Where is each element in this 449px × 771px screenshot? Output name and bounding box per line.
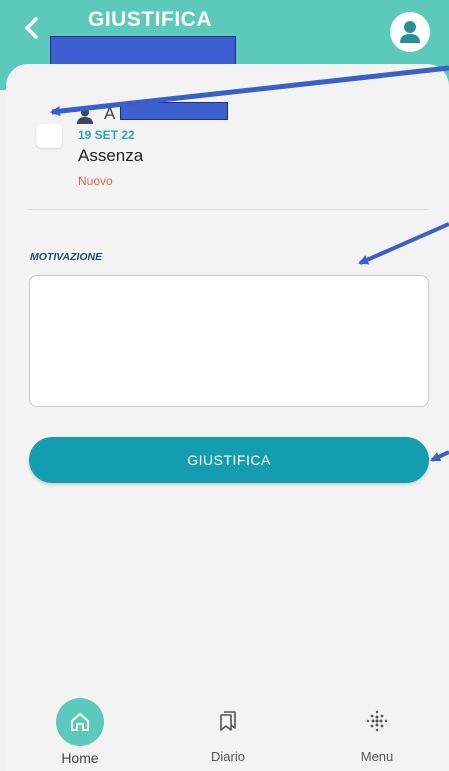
home-icon-circle bbox=[56, 698, 104, 746]
nav-item-menu[interactable]: Menu bbox=[352, 710, 402, 764]
home-icon bbox=[71, 713, 89, 731]
profile-button[interactable] bbox=[390, 12, 430, 52]
user-avatar-icon bbox=[400, 21, 420, 43]
redacted-box bbox=[120, 102, 228, 120]
motivazione-label: MOTIVAZIONE bbox=[30, 251, 103, 263]
giustifica-button[interactable]: GIUSTIFICA bbox=[29, 437, 429, 483]
content-card bbox=[6, 64, 449, 771]
bottom-nav: Home Diario Menu bbox=[0, 692, 449, 771]
event-type: Assenza bbox=[78, 146, 144, 165]
person-icon bbox=[77, 108, 93, 124]
nav-label-menu: Menu bbox=[360, 749, 394, 764]
page-title: GIUSTIFICA bbox=[88, 8, 212, 31]
divider bbox=[28, 209, 428, 210]
motivazione-textarea[interactable] bbox=[29, 275, 429, 407]
chevron-left-icon bbox=[25, 17, 38, 39]
dots-grid-icon bbox=[366, 710, 388, 732]
student-name: A bbox=[104, 104, 116, 123]
select-event-checkbox[interactable] bbox=[36, 124, 62, 148]
nav-item-diario[interactable]: Diario bbox=[200, 710, 256, 764]
bookmarks-icon bbox=[220, 711, 236, 731]
event-date: 19 SET 22 bbox=[78, 128, 135, 142]
status-badge: Nuovo bbox=[78, 174, 113, 188]
nav-label-diario: Diario bbox=[211, 749, 245, 764]
nav-item-home[interactable]: Home bbox=[53, 698, 107, 766]
nav-label-home: Home bbox=[61, 750, 99, 766]
back-button[interactable] bbox=[20, 14, 48, 42]
